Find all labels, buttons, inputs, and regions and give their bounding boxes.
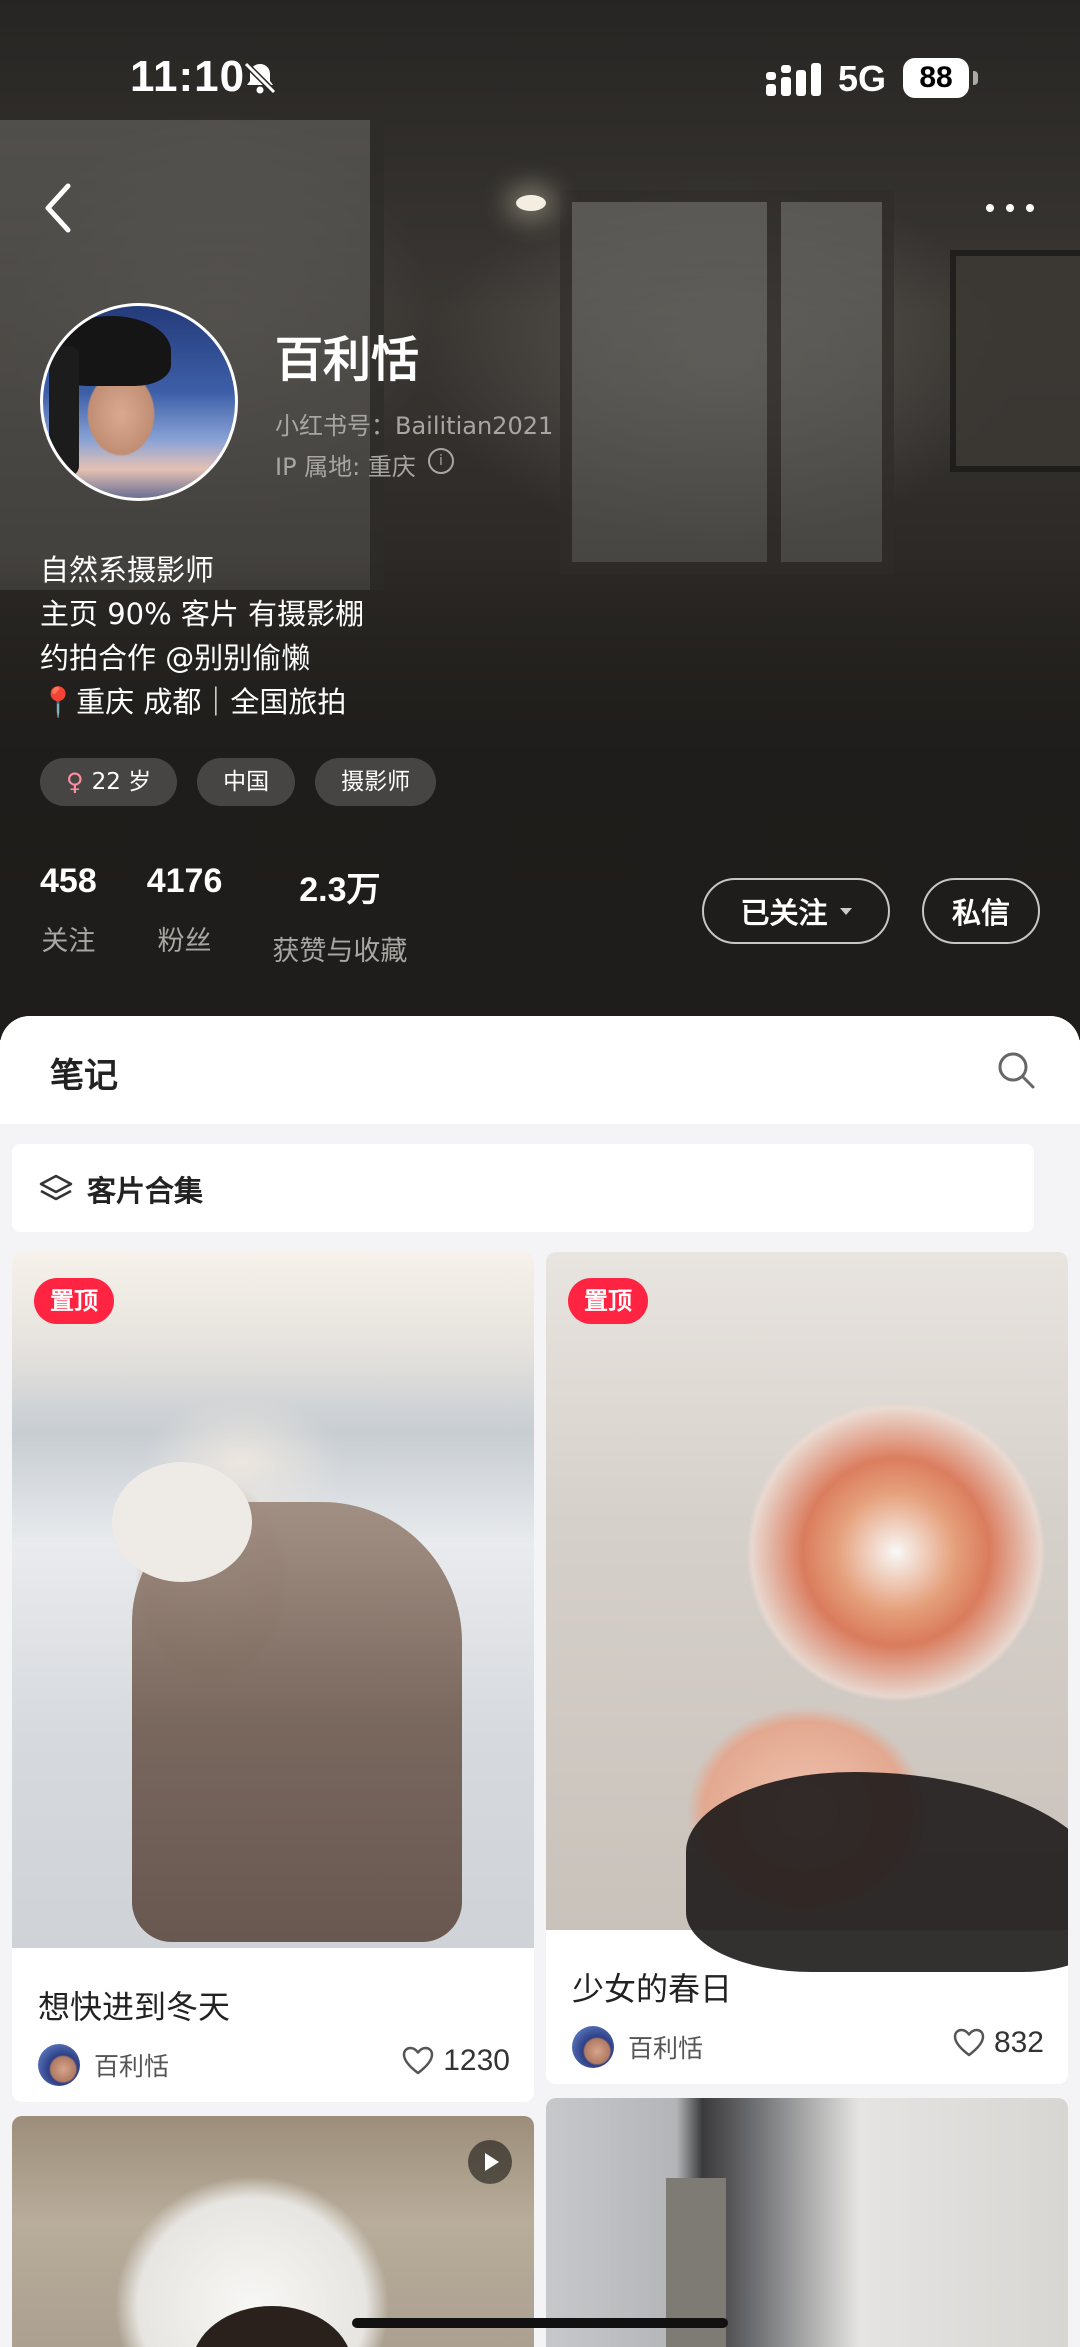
bell-muted-icon [243,61,277,95]
heart-icon [953,2028,985,2057]
bio-line: 约拍合作 @别别偷懒 [40,641,311,675]
bio-line: 自然系摄影师 [40,553,215,587]
note-author[interactable]: 百利恬 [38,2044,169,2086]
profile-stats: 458 关注 4176 粉丝 2.3万 获赞与收藏 [40,862,457,968]
tag-profession[interactable]: 摄影师 [315,758,437,806]
message-button-label: 私信 [951,896,1010,930]
author-name: 百利恬 [94,2052,170,2081]
author-name: 百利恬 [628,2034,704,2063]
note-cover-image [12,1252,534,1948]
note-card[interactable]: 置顶 少女的春日 百利恬 832 [546,1252,1068,2084]
bio-line: 主页 90% 客片 有摄影棚 [40,597,365,631]
following-button[interactable]: 已关注 [702,878,890,944]
status-time: 11:10 [130,52,246,101]
stat-followers-label: 粉丝 [157,926,212,957]
heart-icon [403,2046,434,2075]
likes-count: 832 [993,2026,1044,2059]
stat-likes-value: 2.3万 [299,871,381,909]
location-pin-icon: 📍 [40,685,77,719]
profile-nickname: 百利恬 [275,332,420,388]
stat-likes-label: 获赞与收藏 [272,936,408,967]
note-cover-image [546,1252,1068,1972]
note-cover-image [12,2116,534,2347]
collection-label: 客片合集 [87,1174,204,1208]
like-button[interactable]: 1230 [401,2044,510,2078]
tab-bar: 笔记 [0,1016,1080,1124]
battery-icon: 88 [903,58,978,98]
bio-location-text: 重庆 成都｜全国旅拍 [76,685,347,719]
stat-followers-value: 4176 [146,862,223,900]
pinned-badge: 置顶 [34,1278,114,1324]
cover-lamp [516,195,546,211]
following-button-label: 已关注 [740,896,828,930]
profile-header: 11:10 5G 88 百利恬 小红书号：Bailitian2021 IP 属地… [0,0,1080,1040]
stat-followers[interactable]: 4176 粉丝 [147,862,223,968]
status-bar: 11:10 5G 88 [0,0,1080,160]
profile-avatar[interactable] [40,303,238,501]
likes-count: 1230 [443,2044,510,2077]
note-card[interactable] [546,2098,1068,2347]
stat-likes-collects[interactable]: 2.3万 获赞与收藏 [272,862,407,968]
network-type: 5G [838,58,887,99]
home-indicator[interactable] [352,2318,728,2328]
profile-bio: 自然系摄影师 主页 90% 客片 有摄影棚 约拍合作 @别别偷懒 📍重庆 成都｜… [40,548,364,724]
author-avatar [572,2026,614,2068]
signal-icon [766,63,821,96]
content-sheet: 笔记 客片合集 置顶 想快进到冬天 百利恬 1230 置顶 少女的春日 百利恬 … [0,1016,1080,2347]
tag-profession-label: 摄影师 [341,769,411,795]
stat-following[interactable]: 458 关注 [40,862,97,968]
note-author[interactable]: 百利恬 [572,2026,703,2068]
ip-location: IP 属地: 重庆 [275,453,416,481]
cover-picture-frame [950,250,1080,472]
more-icon[interactable] [980,196,1040,220]
author-avatar [38,2044,80,2086]
female-icon: ♀ [66,768,84,796]
note-title: 少女的春日 [572,1970,733,2008]
note-card[interactable] [12,2116,534,2347]
tag-country-label: 中国 [223,769,270,795]
tag-age[interactable]: ♀ 22 岁 [40,758,178,806]
tag-country[interactable]: 中国 [197,758,296,806]
search-icon[interactable] [996,1050,1036,1090]
red-id[interactable]: 小红书号：Bailitian2021 [275,406,553,441]
cover-window-right [560,190,894,574]
video-play-icon [468,2140,512,2184]
caret-down-icon [839,907,852,915]
collection-entry[interactable]: 客片合集 [12,1144,1034,1232]
pinned-badge: 置顶 [568,1278,648,1324]
note-cover-image [546,2098,1068,2347]
tag-age-label: 22 岁 [91,769,152,795]
like-button[interactable]: 832 [952,2026,1044,2060]
info-icon[interactable]: i [428,448,454,474]
profile-tags: ♀ 22 岁 中国 摄影师 [40,758,437,806]
stat-following-label: 关注 [41,926,96,957]
message-button[interactable]: 私信 [922,878,1040,944]
tab-notes[interactable]: 笔记 [50,1048,118,1097]
stat-following-value: 458 [40,862,97,900]
bio-line-location: 📍重庆 成都｜全国旅拍 [40,680,364,724]
back-icon[interactable] [40,180,76,236]
note-title: 想快进到冬天 [38,1988,231,2026]
layers-icon [39,1174,73,1201]
note-card[interactable]: 置顶 想快进到冬天 百利恬 1230 [12,1252,534,2102]
